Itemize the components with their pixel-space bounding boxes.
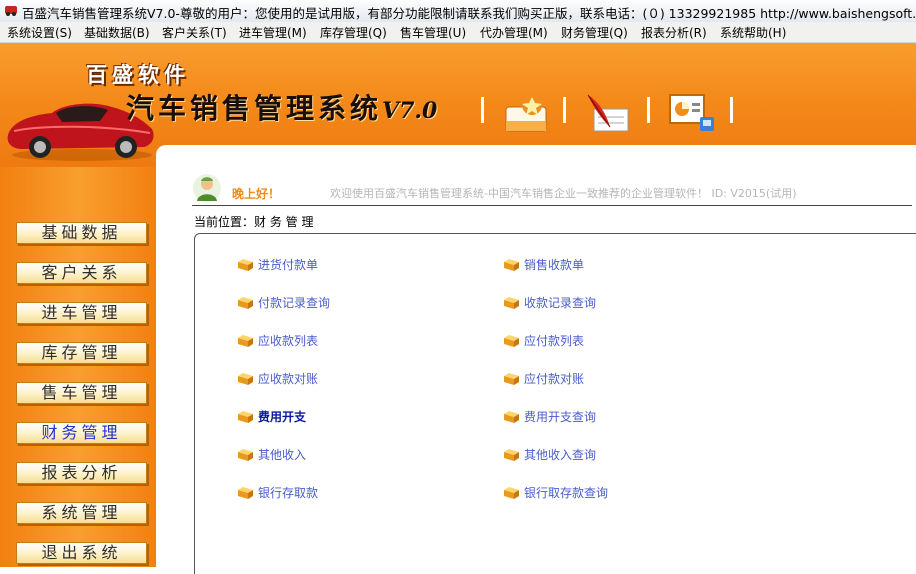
user-avatar-icon <box>193 174 221 202</box>
menu-system-settings[interactable]: 系统设置(S) <box>7 24 72 41</box>
sidebar-item-customer[interactable]: 客户关系 <box>16 262 147 284</box>
toolbar-separator <box>647 97 650 123</box>
sidebar-item-purchase[interactable]: 进车管理 <box>16 302 147 324</box>
brand-logo-text: 百盛软件 <box>86 62 190 87</box>
sidebar-item-exit[interactable]: 退出系统 <box>16 542 147 564</box>
link-label: 应收款对账 <box>258 372 319 386</box>
breadcrumb: 当前位置：财 务 管 理 <box>194 215 314 229</box>
link-label: 银行存取款 <box>258 486 319 500</box>
product-title: 汽车销售管理系统V7.0 <box>126 87 437 127</box>
sidebar-item-finance[interactable]: 财务管理 <box>16 422 147 444</box>
link-expenses[interactable]: 费用开支 <box>237 408 306 425</box>
link-other-income[interactable]: 其他收入 <box>237 446 306 463</box>
folder-icon <box>504 411 519 423</box>
link-other-income-query[interactable]: 其他收入查询 <box>503 446 596 463</box>
menu-bar: 系统设置(S) 基础数据(B) 客户关系(T) 进车管理(M) 库存管理(Q) … <box>0 22 916 43</box>
folder-icon <box>238 449 253 461</box>
link-label: 银行取存款查询 <box>524 486 609 500</box>
menu-finance[interactable]: 财务管理(Q) <box>561 24 628 41</box>
link-label: 其他收入查询 <box>524 448 597 462</box>
folder-icon <box>238 373 253 385</box>
link-payables-list[interactable]: 应付款列表 <box>503 332 584 349</box>
toolbar-separator <box>563 97 566 123</box>
link-label: 收款记录查询 <box>524 296 597 310</box>
link-label: 付款记录查询 <box>258 296 331 310</box>
app-icon <box>5 6 17 16</box>
main-content: 晚上好！ 欢迎使用百盛汽车销售管理系统-中国汽车销售企业一致推荐的企业管理软件！… <box>156 145 916 574</box>
link-label: 进货付款单 <box>258 258 319 272</box>
product-version: V7.0 <box>382 98 438 124</box>
sidebar-item-basic-data[interactable]: 基础数据 <box>16 222 147 244</box>
link-bank-records-query[interactable]: 银行取存款查询 <box>503 484 608 501</box>
folder-icon <box>238 411 253 423</box>
link-sales-receipt[interactable]: 销售收款单 <box>503 256 584 273</box>
sidebar-item-inventory[interactable]: 库存管理 <box>16 342 147 364</box>
welcome-message: 欢迎使用百盛汽车销售管理系统-中国汽车销售企业一致推荐的企业管理软件！ ID: … <box>330 187 797 200</box>
link-payables-reconcile[interactable]: 应付款对账 <box>503 370 584 387</box>
menu-reports[interactable]: 报表分析(R) <box>641 24 707 41</box>
link-purchase-payment[interactable]: 进货付款单 <box>237 256 318 273</box>
link-bank-deposit-withdraw[interactable]: 银行存取款 <box>237 484 318 501</box>
link-payment-records[interactable]: 付款记录查询 <box>237 294 330 311</box>
menu-help[interactable]: 系统帮助(H) <box>720 24 786 41</box>
folder-icon <box>504 259 519 271</box>
window-title-bar: 百盛汽车销售管理系统V7.0-尊敬的用户：您使用的是试用版，有部分功能限制请联系… <box>0 0 916 23</box>
link-label: 应付款对账 <box>524 372 585 386</box>
link-receipt-records[interactable]: 收款记录查询 <box>503 294 596 311</box>
presentation-board-icon[interactable] <box>668 91 716 135</box>
window-title: 百盛汽车销售管理系统V7.0-尊敬的用户：您使用的是试用版，有部分功能限制请联系… <box>22 6 916 21</box>
link-label: 销售收款单 <box>524 258 585 272</box>
menu-basic-data[interactable]: 基础数据(B) <box>84 24 150 41</box>
folder-icon <box>238 335 253 347</box>
link-expenses-query[interactable]: 费用开支查询 <box>503 408 596 425</box>
toolbar-separator <box>481 97 484 123</box>
folder-icon <box>504 373 519 385</box>
notes-quill-icon[interactable] <box>584 91 632 135</box>
menu-purchase[interactable]: 进车管理(M) <box>239 24 307 41</box>
sidebar-item-system[interactable]: 系统管理 <box>16 502 147 524</box>
sidebar-item-sales[interactable]: 售车管理 <box>16 382 147 404</box>
sidebar: 基础数据 客户关系 进车管理 库存管理 售车管理 财务管理 报表分析 系统管理 … <box>0 167 156 567</box>
link-label: 应收款列表 <box>258 334 319 348</box>
link-label: 其他收入 <box>258 448 307 462</box>
link-receivables-list[interactable]: 应收款列表 <box>237 332 318 349</box>
folder-icon <box>504 297 519 309</box>
folder-icon <box>238 487 253 499</box>
link-receivables-reconcile[interactable]: 应收款对账 <box>237 370 318 387</box>
link-label: 费用开支 <box>258 410 307 424</box>
menu-customer[interactable]: 客户关系(T) <box>162 24 227 41</box>
link-label: 费用开支查询 <box>524 410 597 424</box>
greeting-row: 晚上好！ 欢迎使用百盛汽车销售管理系统-中国汽车销售企业一致推荐的企业管理软件！… <box>192 173 912 206</box>
menu-inventory[interactable]: 库存管理(Q) <box>320 24 387 41</box>
folder-icon <box>504 449 519 461</box>
menu-agency[interactable]: 代办管理(M) <box>480 24 548 41</box>
sidebar-item-reports[interactable]: 报表分析 <box>16 462 147 484</box>
folder-icon <box>504 487 519 499</box>
greeting-text: 晚上好！ <box>232 187 281 201</box>
folder-icon <box>504 335 519 347</box>
home-desk-icon[interactable] <box>502 91 550 135</box>
product-name: 汽车销售管理系统 <box>126 92 383 125</box>
function-panel: 进货付款单 付款记录查询 应收款列表 应收款对账 费用开支 其他收入 银行存取款… <box>194 233 916 574</box>
link-label: 应付款列表 <box>524 334 585 348</box>
menu-sales[interactable]: 售车管理(U) <box>400 24 466 41</box>
folder-icon <box>238 297 253 309</box>
folder-icon <box>238 259 253 271</box>
toolbar-separator <box>730 97 733 123</box>
